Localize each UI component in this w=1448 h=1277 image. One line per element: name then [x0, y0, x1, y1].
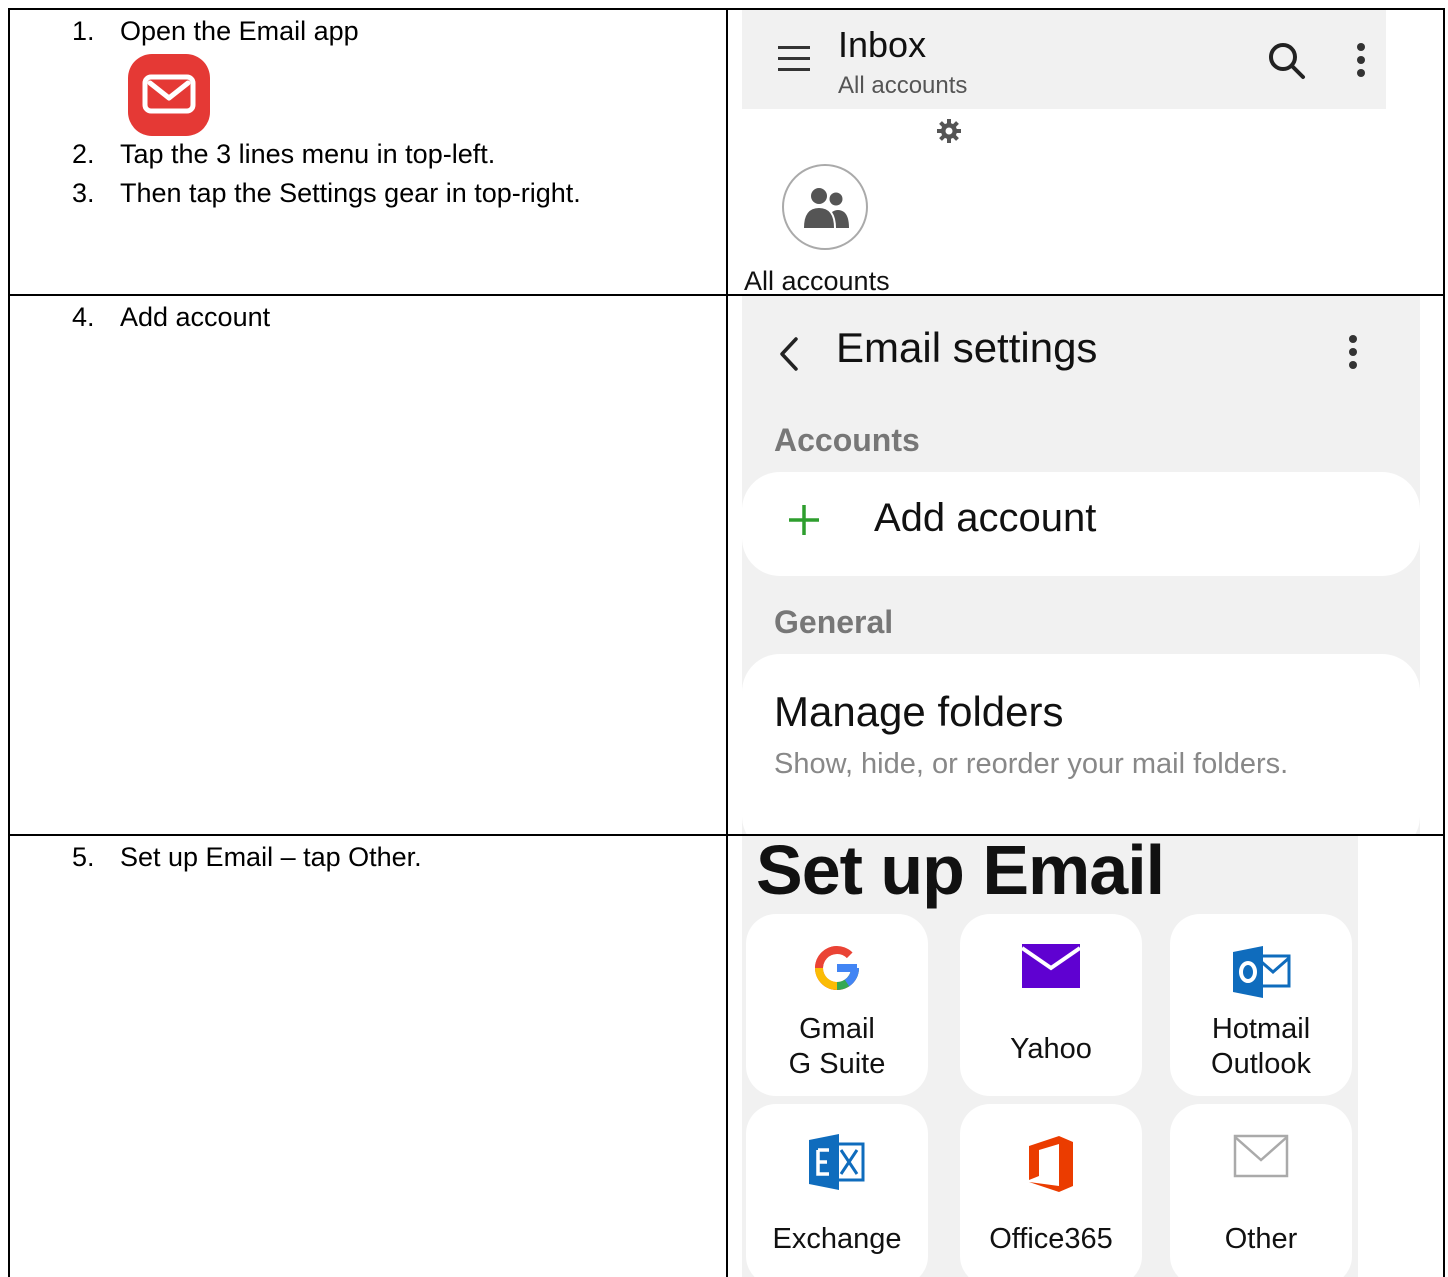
- tile-label: Exchange: [772, 1223, 902, 1255]
- setup-email-title: Set up Email: [756, 836, 1165, 909]
- inbox-title: Inbox: [838, 24, 927, 65]
- manage-folders-title: Manage folders: [774, 688, 1064, 735]
- gmail-tile[interactable]: Gmail G Suite: [746, 914, 928, 1096]
- screenshot-cell: Set up Email Gmail G Suite Yahoo Hotmail…: [728, 836, 1443, 1277]
- general-section-header: General: [774, 604, 894, 640]
- screenshot-cell: Email settings Accounts Add account Gene…: [728, 296, 1443, 834]
- manage-folders-item[interactable]: Manage folders Show, hide, or reorder yo…: [742, 654, 1420, 834]
- table-row: 4. Add account Email settings Accounts A…: [10, 296, 1443, 836]
- table-row: 1. Open the Email app 2. Tap the 3 lines…: [10, 10, 1443, 296]
- plus-icon: [786, 502, 822, 543]
- tile-label: Hotmail: [1211, 1013, 1311, 1045]
- tile-label: Yahoo: [1010, 1033, 1092, 1065]
- hotmail-tile[interactable]: Hotmail Outlook: [1170, 914, 1352, 1096]
- screenshot-cell: Inbox All accounts All accounts: [728, 10, 1443, 294]
- all-accounts-avatar[interactable]: [782, 164, 868, 250]
- setup-email-screen: Set up Email Gmail G Suite Yahoo Hotmail…: [742, 836, 1358, 1277]
- step-2: 2. Tap the 3 lines menu in top-left.: [72, 138, 495, 170]
- instruction-table: 1. Open the Email app 2. Tap the 3 lines…: [8, 8, 1445, 1277]
- instruction-cell: 5. Set up Email – tap Other.: [10, 836, 726, 1277]
- step-text: Tap the 3 lines menu in top-left.: [120, 139, 496, 169]
- step-text: Set up Email – tap Other.: [120, 842, 422, 872]
- tile-label: Office365: [989, 1223, 1113, 1255]
- step-4: 4. Add account: [72, 301, 270, 333]
- instruction-cell: 1. Open the Email app 2. Tap the 3 lines…: [10, 10, 726, 294]
- inbox-app-bar: Inbox All accounts: [742, 10, 1386, 109]
- more-vert-icon[interactable]: [1356, 42, 1366, 83]
- manage-folders-description: Show, hide, or reorder your mail folders…: [774, 748, 1289, 780]
- table-row: 5. Set up Email – tap Other. Set up Emai…: [10, 836, 1443, 1277]
- step-3: 3. Then tap the Settings gear in top-rig…: [72, 177, 581, 209]
- settings-title: Email settings: [836, 324, 1098, 371]
- email-app-icon: [128, 54, 210, 136]
- step-1: 1. Open the Email app: [72, 15, 359, 47]
- step-5: 5. Set up Email – tap Other.: [72, 841, 422, 873]
- tile-label: Other: [1224, 1223, 1298, 1255]
- office365-tile[interactable]: Office365: [960, 1104, 1142, 1277]
- add-account-button[interactable]: Add account: [742, 472, 1420, 576]
- step-number: 2.: [72, 139, 95, 169]
- exchange-tile[interactable]: Exchange: [746, 1104, 928, 1277]
- inbox-subtitle: All accounts: [838, 72, 968, 99]
- google-icon: [746, 944, 928, 997]
- gear-icon[interactable]: [936, 118, 962, 149]
- accounts-section-header: Accounts: [774, 422, 920, 458]
- envelope-icon: [1170, 1134, 1352, 1183]
- step-number: 5.: [72, 842, 95, 872]
- step-number: 3.: [72, 178, 95, 208]
- outlook-icon: [1170, 944, 1352, 1005]
- office-icon: [960, 1134, 1142, 1199]
- yahoo-tile[interactable]: Yahoo: [960, 914, 1142, 1096]
- exchange-icon: [746, 1134, 928, 1195]
- step-text: Then tap the Settings gear in top-right.: [120, 178, 581, 208]
- step-text: Open the Email app: [120, 16, 359, 46]
- step-number: 1.: [72, 16, 95, 46]
- tile-label: Outlook: [1211, 1048, 1311, 1080]
- back-icon[interactable]: [778, 336, 800, 377]
- add-account-label: Add account: [874, 496, 1097, 540]
- tile-label: Gmail: [799, 1013, 875, 1045]
- step-text: Add account: [120, 302, 271, 332]
- step-number: 4.: [72, 302, 95, 332]
- more-vert-icon[interactable]: [1348, 334, 1358, 375]
- yahoo-icon: [960, 944, 1142, 993]
- instruction-cell: 4. Add account: [10, 296, 726, 834]
- tile-label: G Suite: [788, 1048, 886, 1080]
- other-tile[interactable]: Other: [1170, 1104, 1352, 1277]
- search-icon[interactable]: [1268, 42, 1306, 85]
- menu-icon[interactable]: [778, 45, 812, 78]
- all-accounts-label: All accounts: [744, 266, 890, 294]
- email-settings-screen: Email settings Accounts Add account Gene…: [742, 296, 1420, 834]
